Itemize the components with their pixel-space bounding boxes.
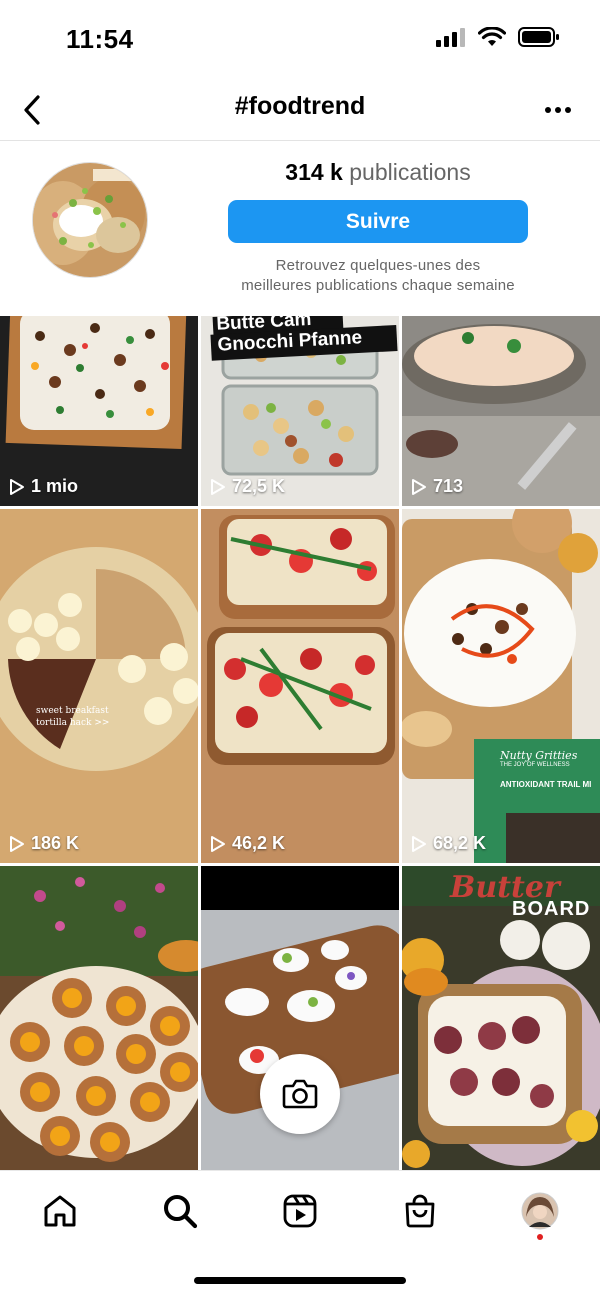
post-thumbnail[interactable]: sweet breakfast tortilla hack >> 186 K bbox=[0, 509, 198, 863]
search-icon bbox=[164, 1195, 198, 1229]
play-icon bbox=[10, 835, 24, 852]
description-line-1: Retrouvez quelques-unes des bbox=[275, 257, 481, 274]
view-count: 68,2 K bbox=[411, 833, 486, 854]
home-indicator bbox=[194, 1277, 406, 1284]
tab-reels[interactable] bbox=[278, 1189, 322, 1233]
profile-avatar-icon bbox=[521, 1192, 559, 1230]
play-icon bbox=[412, 835, 426, 852]
post-thumbnail[interactable]: 46,2 K bbox=[201, 509, 399, 863]
page-title: #foodtrend bbox=[234, 92, 366, 120]
play-icon bbox=[10, 478, 24, 495]
camera-button[interactable] bbox=[260, 1054, 340, 1134]
post-thumbnail[interactable]: 1 mio bbox=[0, 316, 198, 506]
post-thumbnail[interactable] bbox=[0, 866, 198, 1170]
wifi-icon bbox=[478, 27, 506, 46]
nav-header: #foodtrend bbox=[0, 80, 600, 141]
more-options-icon bbox=[545, 107, 571, 113]
post-thumbnail[interactable]: 713 bbox=[402, 316, 600, 506]
view-count: 1 mio bbox=[9, 476, 78, 497]
publication-count: 314 k publications bbox=[228, 159, 528, 186]
follow-button[interactable]: Suivre bbox=[228, 200, 528, 243]
reels-icon bbox=[283, 1194, 317, 1228]
post-grid: 1 mio Butte Cam Gnocchi Pfanne 72,5 K 71… bbox=[0, 316, 600, 1170]
post-caption: sweet breakfast tortilla hack >> bbox=[36, 706, 110, 728]
cellular-signal-icon bbox=[436, 28, 465, 47]
status-time: 11:54 bbox=[66, 24, 134, 54]
view-count: 46,2 K bbox=[210, 833, 285, 854]
camera-icon bbox=[282, 1079, 318, 1109]
play-icon bbox=[211, 835, 225, 852]
notification-dot bbox=[537, 1234, 543, 1240]
shop-icon bbox=[405, 1194, 435, 1228]
home-icon bbox=[44, 1195, 76, 1227]
more-options-button[interactable] bbox=[538, 90, 578, 130]
battery-icon bbox=[518, 27, 559, 47]
overlay-text: Butter BOARD bbox=[450, 870, 591, 920]
play-icon bbox=[211, 478, 225, 495]
product-package-text: Nutty Gritties THE JOY OF WELLNESS ANTIO… bbox=[500, 749, 592, 789]
count-value: 314 k bbox=[285, 159, 343, 185]
post-thumbnail[interactable]: Nutty Gritties THE JOY OF WELLNESS ANTIO… bbox=[402, 509, 600, 863]
tab-profile[interactable] bbox=[518, 1189, 562, 1240]
post-thumbnail[interactable]: Butter BOARD bbox=[402, 866, 600, 1170]
view-count: 186 K bbox=[9, 833, 79, 854]
hashtag-description: Retrouvez quelques-unes des meilleures p… bbox=[228, 256, 528, 296]
status-bar: 11:54 bbox=[0, 0, 600, 80]
tab-shop[interactable] bbox=[398, 1189, 442, 1233]
tab-search[interactable] bbox=[158, 1189, 202, 1233]
hashtag-avatar bbox=[32, 162, 148, 278]
view-count: 713 bbox=[411, 476, 463, 497]
status-icons bbox=[436, 26, 560, 48]
description-line-2: meilleures publications chaque semaine bbox=[241, 277, 515, 294]
tab-home[interactable] bbox=[38, 1189, 82, 1233]
play-icon bbox=[412, 478, 426, 495]
count-label: publications bbox=[349, 159, 471, 185]
hashtag-info: 314 k publications Suivre Retrouvez quel… bbox=[0, 141, 600, 316]
post-thumbnail[interactable]: Butte Cam Gnocchi Pfanne 72,5 K bbox=[201, 316, 399, 506]
view-count: 72,5 K bbox=[210, 476, 285, 497]
